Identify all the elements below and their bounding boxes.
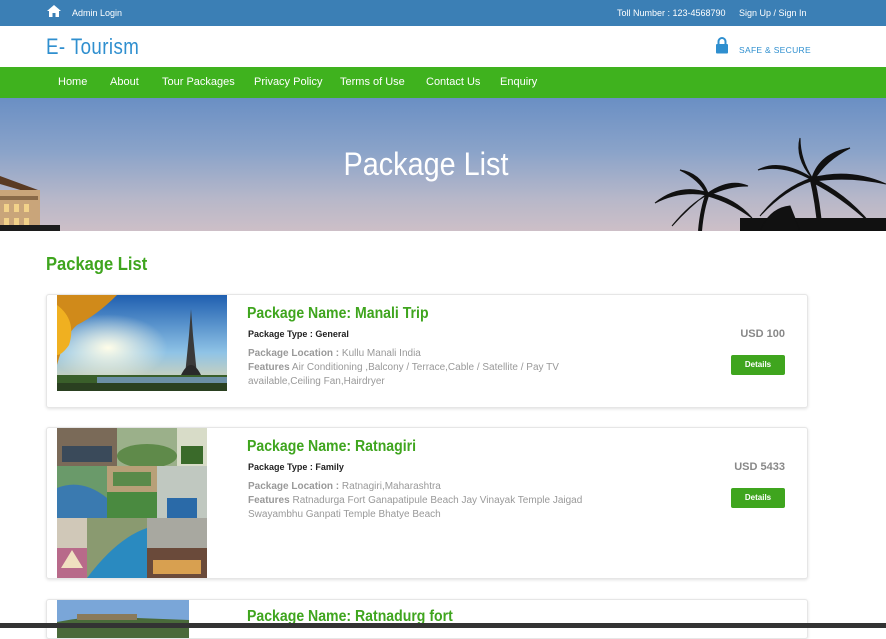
safe-secure-text: SAFE & SECURE	[739, 45, 811, 55]
main-nav: Home About Tour Packages Privacy Policy …	[0, 67, 886, 98]
package-description: Package Location : Kullu Manali India Fe…	[248, 347, 588, 389]
nav-terms-of-use[interactable]: Terms of Use	[340, 76, 405, 88]
package-image-ratnadurg[interactable]	[57, 600, 189, 638]
bottom-edge	[0, 623, 886, 628]
package-price: USD 100	[740, 328, 785, 340]
package-name[interactable]: Package Name: Ratnagiri	[247, 438, 416, 456]
nav-home[interactable]: Home	[58, 76, 87, 88]
banner-title: Package List	[343, 146, 509, 182]
package-price: USD 5433	[734, 461, 785, 473]
admin-login-link[interactable]: Admin Login	[72, 8, 122, 18]
package-location: Ratnagiri,Maharashtra	[341, 481, 441, 492]
details-button[interactable]: Details	[731, 355, 785, 375]
nav-enquiry[interactable]: Enquiry	[500, 76, 537, 88]
section-title: Package List	[46, 254, 148, 274]
package-type: Package Type : Family	[248, 462, 344, 472]
site-header: E- Tourism SAFE & SECURE	[0, 26, 886, 67]
package-name[interactable]: Package Name: Manali Trip	[247, 305, 429, 323]
location-label: Package Location :	[248, 481, 340, 492]
features-label: Features	[248, 362, 290, 373]
package-card: Package Name: Ratnagiri Package Type : F…	[46, 427, 808, 579]
toll-number: Toll Number : 123-4568790	[617, 8, 726, 18]
location-label: Package Location :	[248, 348, 340, 359]
lock-icon	[716, 37, 728, 54]
package-features: Ratnadurga Fort Ganapatipule Beach Jay V…	[248, 495, 583, 520]
top-bar: Admin Login Toll Number : 123-4568790 Si…	[0, 0, 886, 26]
package-features: Air Conditioning ,Balcony / Terrace,Cabl…	[248, 362, 559, 387]
page-banner: Package List	[0, 98, 886, 231]
nav-tour-packages[interactable]: Tour Packages	[162, 76, 235, 88]
site-logo[interactable]: E- Tourism	[46, 34, 139, 60]
package-description: Package Location : Ratnagiri,Maharashtra…	[248, 480, 588, 522]
details-button[interactable]: Details	[731, 488, 785, 508]
nav-privacy-policy[interactable]: Privacy Policy	[254, 76, 322, 88]
signup-signin-link[interactable]: Sign Up / Sign In	[739, 8, 807, 18]
nav-about[interactable]: About	[110, 76, 139, 88]
features-label: Features	[248, 495, 290, 506]
package-location: Kullu Manali India	[341, 348, 421, 359]
package-type: Package Type : General	[248, 329, 349, 339]
nav-contact-us[interactable]: Contact Us	[426, 76, 480, 88]
package-image-manali[interactable]	[57, 295, 227, 391]
package-image-ratnagiri[interactable]	[57, 428, 207, 578]
package-card: Package Name: Manali Trip Package Type :…	[46, 294, 808, 408]
home-icon[interactable]	[46, 4, 62, 18]
package-card: Package Name: Ratnadurg fort	[46, 599, 808, 639]
